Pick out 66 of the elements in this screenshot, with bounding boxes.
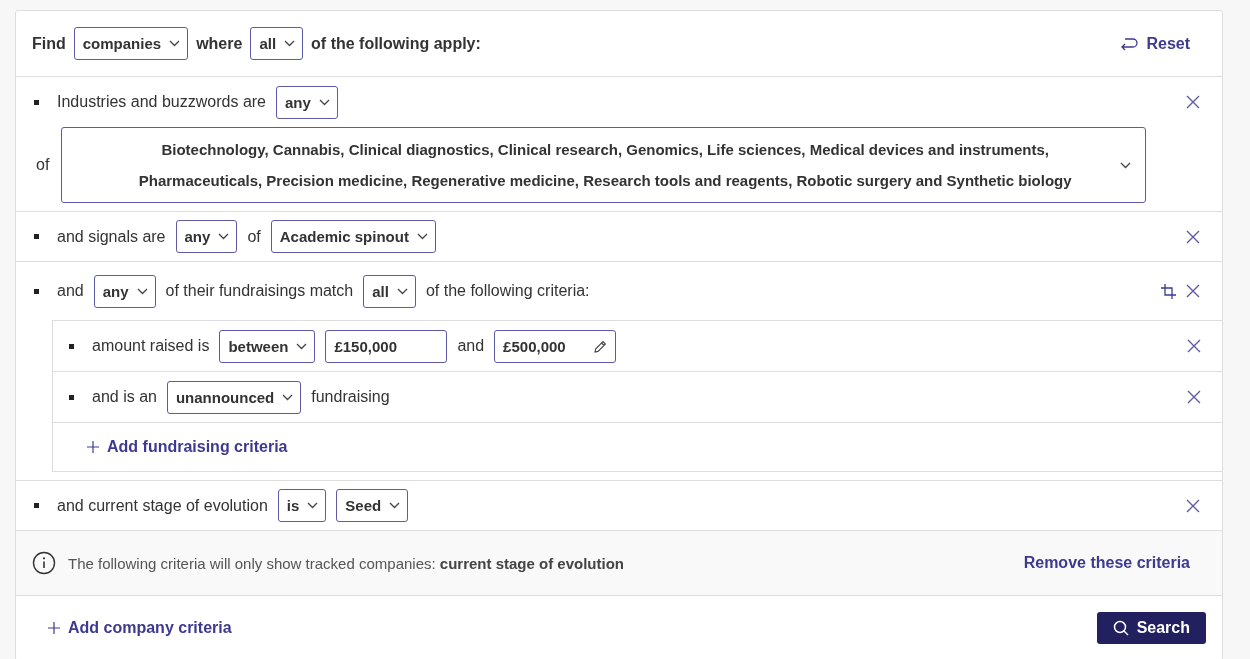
criteria-label: and is an — [92, 388, 157, 406]
dropdown[interactable]: between — [219, 329, 316, 363]
dropdown[interactable]: all — [363, 274, 416, 308]
apply-label: of the following apply: — [311, 34, 481, 53]
add-company-criteria-link[interactable]: Add company criteria — [48, 619, 232, 637]
dropdown[interactable]: all — [250, 27, 304, 60]
dropdown[interactable]: companies — [73, 27, 189, 60]
search-button[interactable]: Search — [1096, 612, 1206, 644]
criteria-label: of — [247, 227, 261, 246]
input-field[interactable]: £500,000 — [494, 329, 617, 363]
criteria-label: of their fundraisings match — [165, 282, 354, 300]
criteria-label: of the following criteria: — [425, 282, 590, 300]
criteria-label: and — [457, 337, 485, 355]
plus-icon — [87, 441, 99, 453]
pencil-icon — [594, 339, 608, 353]
close-button[interactable] — [1186, 95, 1200, 109]
notice-text: The following criteria will only show tracked companies: current stage of evolution — [68, 554, 625, 572]
of-label: of — [36, 156, 50, 174]
reset-button[interactable]: Reset — [1121, 34, 1190, 53]
bullet-icon — [34, 503, 39, 508]
chevron-down-icon — [1120, 161, 1131, 169]
dropdown[interactable]: any — [276, 85, 338, 119]
chevron-down-icon — [282, 393, 294, 401]
where-label: where — [196, 34, 243, 53]
dropdown[interactable]: any — [93, 274, 156, 308]
chevron-down-icon — [416, 233, 428, 240]
criteria-label: and current stage of evolution — [57, 496, 268, 515]
multi-select[interactable]: Biotechnology, Cannabis, Clinical diagnostics, Clinical research, Genomics, Life sciences, Medical devices and instruments, Pharmaceuticals, Precision medicine, Regenerative medicine, Research tools and reagents, Robotic surgery and Synthetic biology — [61, 127, 1146, 203]
chevron-down-icon — [136, 287, 148, 295]
bullet-icon — [69, 394, 74, 400]
close-button[interactable] — [1186, 229, 1200, 244]
chevron-down-icon — [169, 40, 181, 47]
bullet-icon — [69, 343, 74, 349]
add-fundraising-criteria-link[interactable]: Add fundraising criteria — [87, 438, 288, 456]
criteria-label: fundraising — [311, 388, 390, 406]
chevron-down-icon — [396, 287, 408, 295]
dropdown[interactable]: Seed — [336, 489, 409, 522]
return-arrow-icon — [1121, 36, 1139, 51]
chevron-down-icon — [218, 233, 230, 240]
search-icon — [1112, 620, 1129, 636]
chevron-down-icon — [318, 98, 330, 106]
dropdown[interactable]: any — [175, 220, 238, 253]
dropdown[interactable]: is — [277, 489, 327, 522]
chevron-down-icon — [284, 40, 296, 47]
dropdown[interactable]: unannounced — [166, 380, 302, 414]
criteria-label: Industries and buzzwords are — [57, 93, 266, 111]
chevron-down-icon — [389, 502, 401, 509]
close-button[interactable] — [1187, 339, 1201, 353]
info-icon — [32, 551, 56, 575]
close-button[interactable] — [1186, 284, 1200, 298]
plus-icon — [48, 622, 60, 634]
crop-icon[interactable] — [1161, 283, 1176, 299]
chevron-down-icon — [307, 502, 319, 509]
criteria-label: and — [57, 282, 84, 300]
input-field[interactable]: £150,000 — [325, 329, 448, 363]
bullet-icon — [34, 99, 39, 105]
find-label: Find — [32, 34, 66, 53]
dropdown[interactable]: Academic spinout — [270, 220, 436, 253]
criteria-label: and signals are — [57, 227, 166, 246]
chevron-down-icon — [296, 342, 308, 350]
bullet-icon — [34, 234, 39, 239]
close-button[interactable] — [1186, 498, 1200, 513]
close-button[interactable] — [1187, 390, 1201, 404]
bullet-icon — [34, 288, 39, 294]
remove-criteria-link[interactable]: Remove these criteria — [1023, 554, 1190, 572]
criteria-label: amount raised is — [92, 337, 210, 355]
